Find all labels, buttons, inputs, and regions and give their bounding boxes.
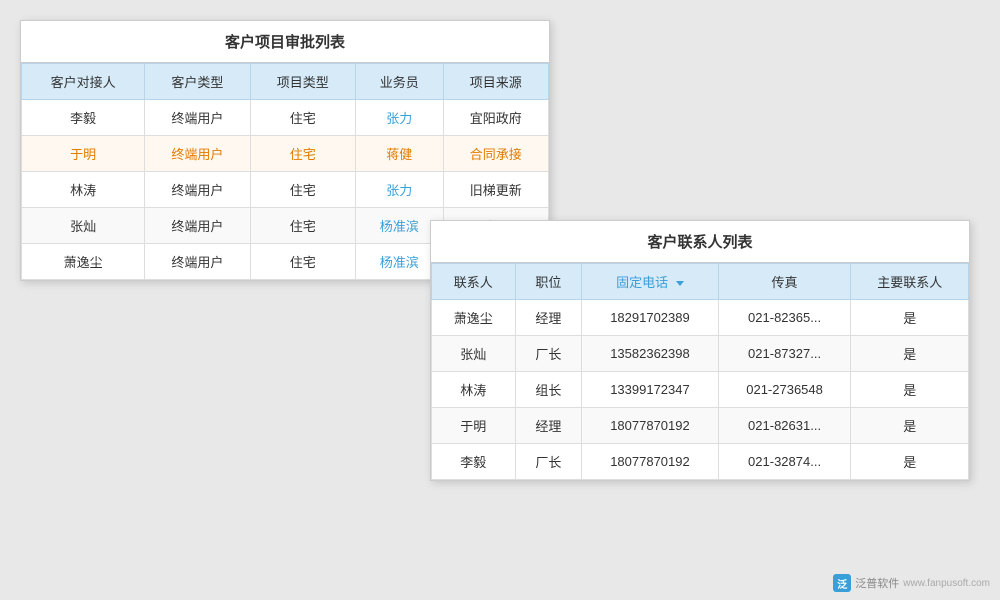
col-type: 客户类型 <box>145 64 250 100</box>
panel1-title: 客户项目审批列表 <box>21 21 549 63</box>
cell-fax: 021-82365... <box>718 300 851 336</box>
col-fax: 传真 <box>718 264 851 300</box>
watermark-url: www.fanpusoft.com <box>903 578 990 589</box>
table-row: 张灿 厂长 13582362398 021-87327... 是 <box>432 336 969 372</box>
cell-contact: 于明 <box>22 136 145 172</box>
cell-fax: 021-82631... <box>718 408 851 444</box>
cell-position: 组长 <box>515 372 582 408</box>
cell-project-type: 住宅 <box>250 208 355 244</box>
cell-phone: 13399172347 <box>582 372 719 408</box>
cell-salesman: 张力 <box>355 172 443 208</box>
table-row: 于明 终端用户 住宅 蒋健 合同承接 <box>22 136 549 172</box>
cell-position: 经理 <box>515 300 582 336</box>
cell-type: 终端用户 <box>145 136 250 172</box>
cell-primary: 是 <box>851 372 969 408</box>
cell-name: 于明 <box>432 408 516 444</box>
table-row: 萧逸尘 经理 18291702389 021-82365... 是 <box>432 300 969 336</box>
cell-fax: 021-32874... <box>718 444 851 480</box>
col-project-type: 项目类型 <box>250 64 355 100</box>
cell-position: 厂长 <box>515 444 582 480</box>
cell-phone: 18291702389 <box>582 300 719 336</box>
cell-salesman: 张力 <box>355 100 443 136</box>
cell-fax: 021-87327... <box>718 336 851 372</box>
sort-icon <box>676 281 684 286</box>
cell-phone: 18077870192 <box>582 444 719 480</box>
table-row: 林涛 终端用户 住宅 张力 旧梯更新 <box>22 172 549 208</box>
cell-type: 终端用户 <box>145 208 250 244</box>
cell-salesman: 蒋健 <box>355 136 443 172</box>
cell-name: 萧逸尘 <box>432 300 516 336</box>
table-row: 于明 经理 18077870192 021-82631... 是 <box>432 408 969 444</box>
col-contact: 客户对接人 <box>22 64 145 100</box>
table-row: 李毅 终端用户 住宅 张力 宜阳政府 <box>22 100 549 136</box>
cell-phone: 18077870192 <box>582 408 719 444</box>
cell-type: 终端用户 <box>145 244 250 280</box>
contact-list-panel: 客户联系人列表 联系人 职位 固定电话 传真 主要联系人 萧逸尘 经理 1829… <box>430 220 970 481</box>
cell-phone: 13582362398 <box>582 336 719 372</box>
col-salesman: 业务员 <box>355 64 443 100</box>
cell-position: 厂长 <box>515 336 582 372</box>
cell-project-type: 住宅 <box>250 172 355 208</box>
cell-name: 林涛 <box>432 372 516 408</box>
col-source: 项目来源 <box>443 64 548 100</box>
contact-list-table: 联系人 职位 固定电话 传真 主要联系人 萧逸尘 经理 18291702389 … <box>431 263 969 480</box>
cell-source: 宜阳政府 <box>443 100 548 136</box>
panel2-title: 客户联系人列表 <box>431 221 969 263</box>
cell-primary: 是 <box>851 300 969 336</box>
col-position: 职位 <box>515 264 582 300</box>
cell-position: 经理 <box>515 408 582 444</box>
watermark: 泛 泛普软件 www.fanpusoft.com <box>833 574 990 592</box>
cell-primary: 是 <box>851 336 969 372</box>
col-phone[interactable]: 固定电话 <box>582 264 719 300</box>
cell-contact: 林涛 <box>22 172 145 208</box>
table-row: 李毅 厂长 18077870192 021-32874... 是 <box>432 444 969 480</box>
cell-name: 李毅 <box>432 444 516 480</box>
cell-fax: 021-2736548 <box>718 372 851 408</box>
cell-type: 终端用户 <box>145 100 250 136</box>
contact-table-header-row: 联系人 职位 固定电话 传真 主要联系人 <box>432 264 969 300</box>
table-row: 林涛 组长 13399172347 021-2736548 是 <box>432 372 969 408</box>
watermark-logo: 泛 <box>833 574 851 592</box>
cell-source: 旧梯更新 <box>443 172 548 208</box>
cell-contact: 张灿 <box>22 208 145 244</box>
cell-source: 合同承接 <box>443 136 548 172</box>
cell-primary: 是 <box>851 408 969 444</box>
cell-contact: 李毅 <box>22 100 145 136</box>
cell-project-type: 住宅 <box>250 136 355 172</box>
cell-project-type: 住宅 <box>250 100 355 136</box>
cell-contact: 萧逸尘 <box>22 244 145 280</box>
cell-type: 终端用户 <box>145 172 250 208</box>
col-name: 联系人 <box>432 264 516 300</box>
cell-name: 张灿 <box>432 336 516 372</box>
table-header-row: 客户对接人 客户类型 项目类型 业务员 项目来源 <box>22 64 549 100</box>
col-phone-label: 固定电话 <box>616 275 668 290</box>
cell-project-type: 住宅 <box>250 244 355 280</box>
col-primary: 主要联系人 <box>851 264 969 300</box>
watermark-text: 泛普软件 <box>855 575 899 591</box>
cell-primary: 是 <box>851 444 969 480</box>
